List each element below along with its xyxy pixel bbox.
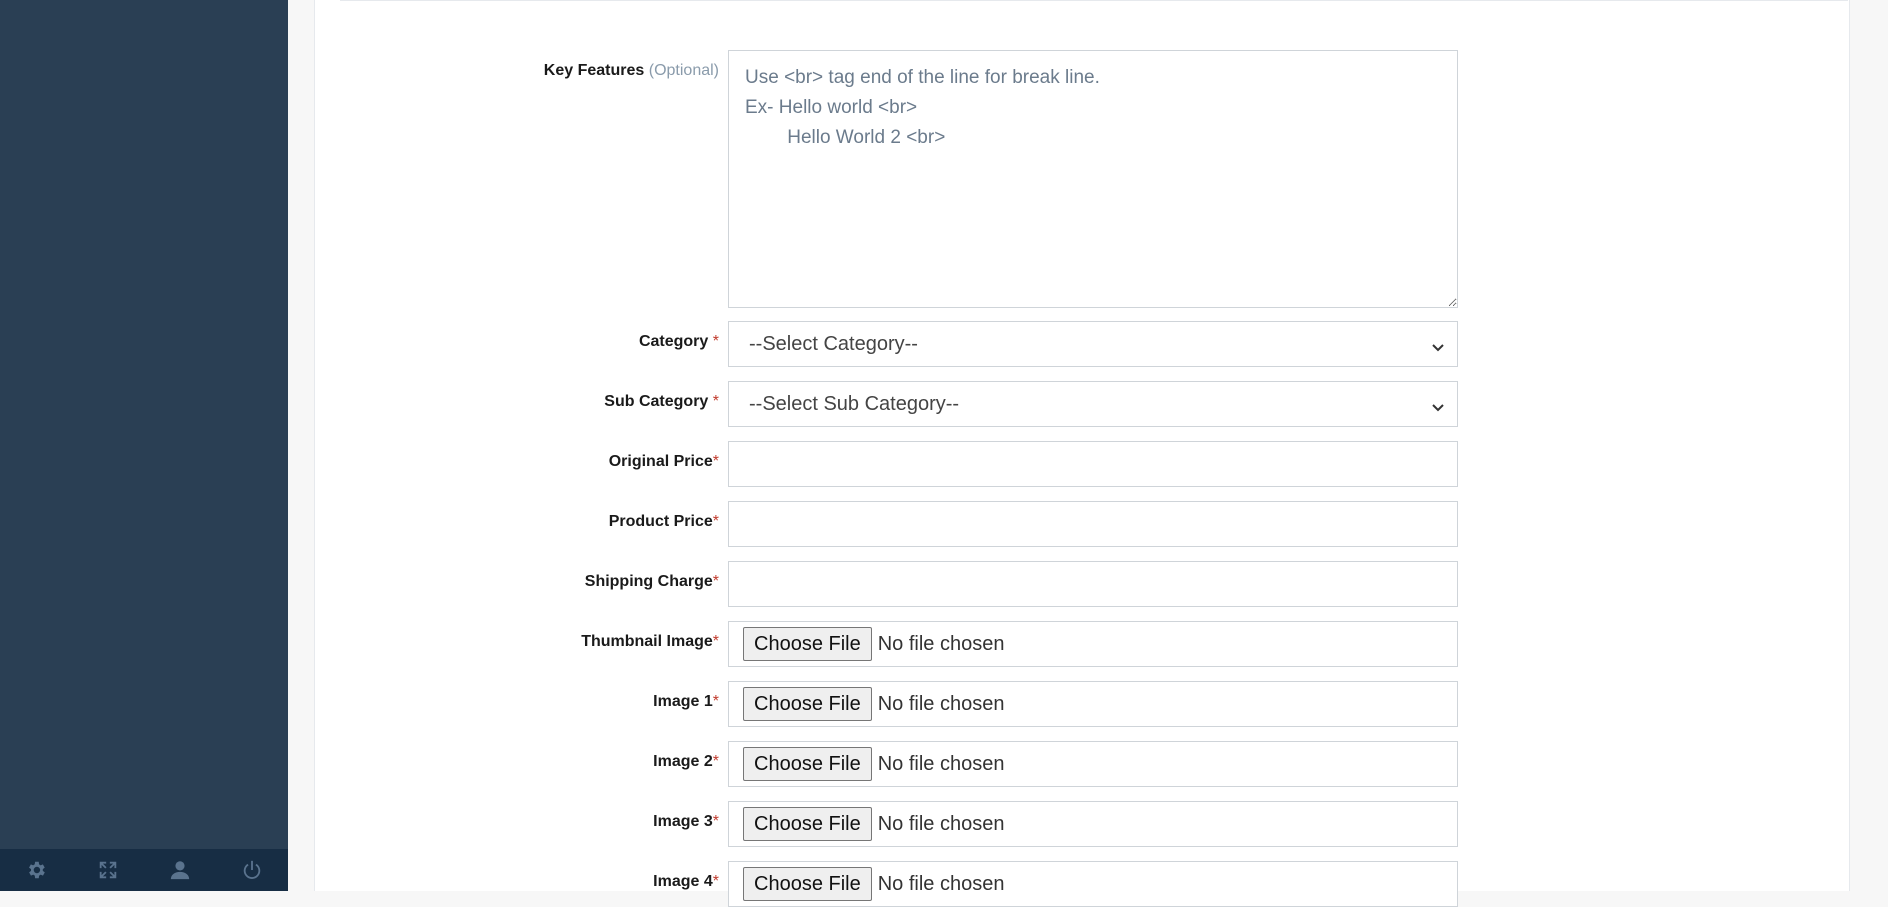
original-price-label: Original Price* — [609, 453, 719, 471]
image-2-label-text: Image 2 — [653, 753, 713, 770]
category-select[interactable]: --Select Category-- — [728, 321, 1458, 367]
image-4-label-text: Image 4 — [653, 873, 713, 890]
sub-category-label: Sub Category * — [604, 393, 719, 411]
image-4-label: Image 4* — [653, 873, 719, 891]
choose-file-button[interactable]: Choose File — [743, 807, 872, 841]
required-marker: * — [712, 693, 719, 710]
fullscreen-icon — [99, 861, 117, 879]
original-price-label-text: Original Price — [608, 453, 713, 470]
profile-button[interactable] — [144, 849, 216, 891]
category-label: Category * — [639, 333, 719, 351]
sidebar-footer — [0, 849, 288, 891]
original-price-input[interactable] — [728, 441, 1458, 487]
divider — [340, 0, 1848, 1]
user-icon — [170, 861, 190, 880]
main-panel: Key Features (Optional) Category * --Sel… — [314, 0, 1850, 907]
thumbnail-image-file-input[interactable]: Choose File No file chosen — [728, 621, 1458, 667]
required-marker: * — [712, 873, 719, 890]
product-price-label: Product Price* — [609, 513, 719, 531]
choose-file-button[interactable]: Choose File — [743, 747, 872, 781]
chevron-down-icon — [1431, 397, 1445, 412]
power-icon — [243, 860, 261, 879]
required-marker: * — [712, 453, 719, 470]
file-status: No file chosen — [877, 872, 1005, 895]
required-marker: * — [712, 753, 719, 770]
image-3-label-text: Image 3 — [653, 813, 713, 830]
key-features-label-text: Key Features — [543, 62, 645, 79]
sub-category-label-text: Sub Category — [604, 393, 709, 410]
required-marker: * — [712, 573, 719, 590]
image-1-label: Image 1* — [653, 693, 719, 711]
image-2-file-input[interactable]: Choose File No file chosen — [728, 741, 1458, 787]
required-marker: * — [712, 393, 719, 410]
image-1-label-text: Image 1 — [653, 693, 713, 710]
image-4-file-input[interactable]: Choose File No file chosen — [728, 861, 1458, 907]
file-status: No file chosen — [877, 812, 1005, 835]
shipping-charge-label: Shipping Charge* — [585, 573, 719, 591]
category-label-text: Category — [638, 333, 709, 350]
fullscreen-button[interactable] — [72, 849, 144, 891]
shipping-charge-label-text: Shipping Charge — [584, 573, 713, 590]
image-2-label: Image 2* — [653, 753, 719, 771]
optional-marker: (Optional) — [648, 62, 719, 79]
sub-category-select[interactable]: --Select Sub Category-- — [728, 381, 1458, 427]
file-status: No file chosen — [877, 632, 1005, 655]
file-status: No file chosen — [877, 752, 1005, 775]
product-price-input[interactable] — [728, 501, 1458, 547]
sub-category-selected-value: --Select Sub Category-- — [749, 392, 960, 415]
image-1-file-input[interactable]: Choose File No file chosen — [728, 681, 1458, 727]
shipping-charge-input[interactable] — [728, 561, 1458, 607]
sidebar — [0, 0, 288, 891]
choose-file-button[interactable]: Choose File — [743, 627, 872, 661]
chevron-down-icon — [1431, 337, 1445, 352]
logout-button[interactable] — [216, 849, 288, 891]
thumbnail-image-label: Thumbnail Image* — [581, 633, 719, 651]
required-marker: * — [712, 333, 719, 350]
thumbnail-image-label-text: Thumbnail Image — [581, 633, 713, 650]
required-marker: * — [712, 513, 719, 530]
category-selected-value: --Select Category-- — [749, 332, 918, 355]
required-marker: * — [712, 813, 719, 830]
product-price-label-text: Product Price — [608, 513, 713, 530]
choose-file-button[interactable]: Choose File — [743, 687, 872, 721]
required-marker: * — [712, 633, 719, 650]
file-status: No file chosen — [877, 692, 1005, 715]
key-features-textarea[interactable] — [728, 50, 1458, 308]
key-features-label: Key Features (Optional) — [544, 62, 719, 80]
gear-icon — [29, 861, 45, 879]
image-3-label: Image 3* — [653, 813, 719, 831]
choose-file-button[interactable]: Choose File — [743, 867, 872, 901]
settings-button[interactable] — [0, 849, 72, 891]
image-3-file-input[interactable]: Choose File No file chosen — [728, 801, 1458, 847]
